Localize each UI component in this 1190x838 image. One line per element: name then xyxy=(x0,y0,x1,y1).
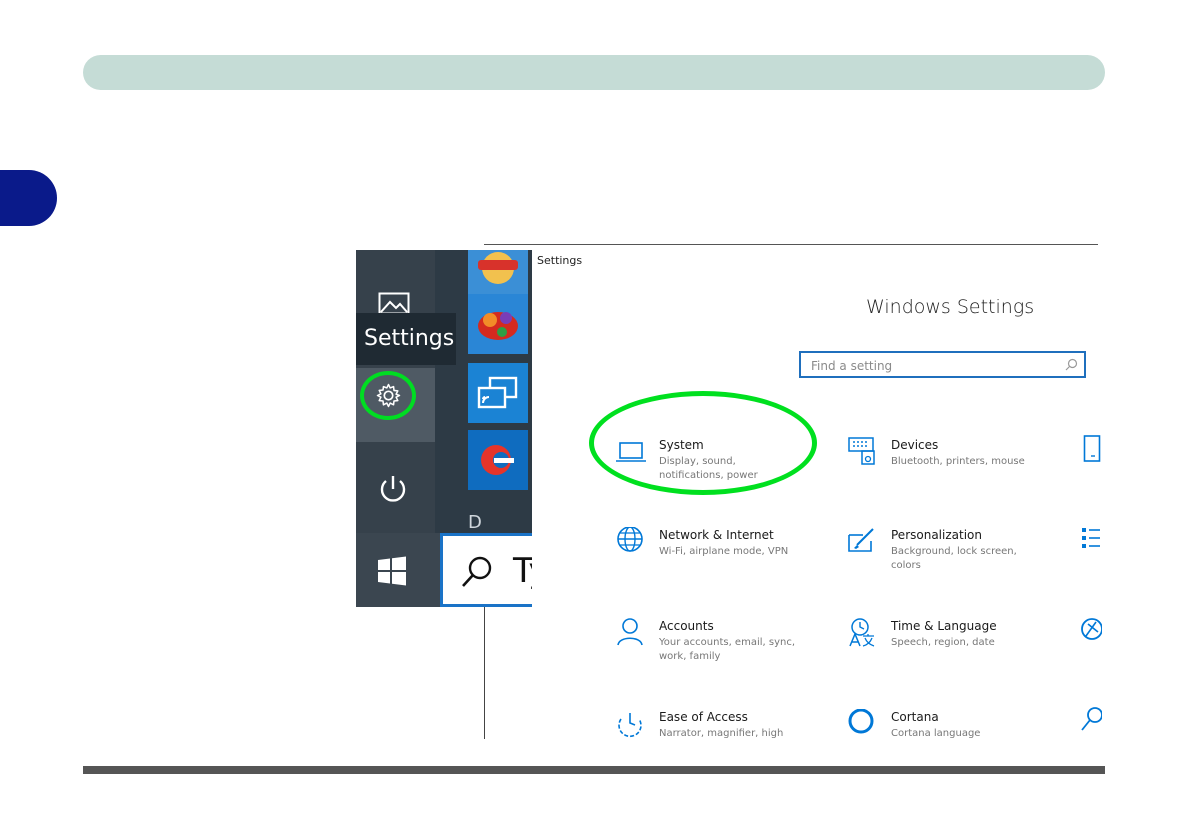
item-title: Personalization xyxy=(891,528,982,542)
item-subtitle: Bluetooth, printers, mouse xyxy=(891,456,1025,467)
globe-icon xyxy=(617,527,643,552)
item-title: Network & Internet xyxy=(659,528,774,542)
settings-button[interactable] xyxy=(356,368,435,442)
chapter-tab xyxy=(0,170,57,226)
settings-item-accounts[interactable]: Accounts Your accounts, email, sync, wor… xyxy=(615,618,845,688)
ease-of-access-icon xyxy=(618,713,642,738)
find-setting-field[interactable] xyxy=(799,351,1086,378)
person-icon xyxy=(617,618,643,646)
settings-item-cortana[interactable]: Cortana Cortana language xyxy=(847,709,1077,779)
apps-list-icon[interactable] xyxy=(1081,526,1101,552)
candy-crush-tile[interactable] xyxy=(468,294,528,354)
item-subtitle: Background, lock screen, colors xyxy=(891,546,1017,571)
item-subtitle: Wi-Fi, airplane mode, VPN xyxy=(659,546,789,557)
item-subtitle: Cortana language xyxy=(891,728,981,739)
window-title: Settings xyxy=(537,254,583,267)
item-title: Devices xyxy=(891,438,939,452)
item-title: Accounts xyxy=(659,619,714,633)
highlight-circle xyxy=(360,371,416,420)
item-title: Ease of Access xyxy=(659,710,748,724)
laptop-icon xyxy=(616,442,646,462)
windows-logo-icon[interactable] xyxy=(376,555,408,587)
keyboard-icon xyxy=(848,437,875,465)
search-icon xyxy=(462,556,492,587)
app-list-letter: D xyxy=(468,512,482,533)
paint-icon xyxy=(848,528,874,552)
search-icon xyxy=(1065,358,1078,371)
cortana-icon xyxy=(848,709,874,734)
power-icon[interactable] xyxy=(376,472,410,506)
start-menu: Settings D T xyxy=(356,250,532,607)
find-setting-input[interactable] xyxy=(809,356,1063,376)
page-title: Windows Settings xyxy=(866,296,1035,318)
window-border-left xyxy=(484,607,485,739)
settings-gear-icon xyxy=(376,383,401,408)
taskbar-search-box[interactable]: Ty xyxy=(440,533,532,607)
settings-item-system[interactable]: System Display, sound, notifications, po… xyxy=(615,437,845,507)
settings-item-personalization[interactable]: Personalization Background, lock screen,… xyxy=(847,527,1077,597)
phone-icon[interactable] xyxy=(1083,435,1101,463)
item-subtitle: Narrator, magnifier, high xyxy=(659,728,784,739)
connect-tile[interactable] xyxy=(468,363,528,423)
item-subtitle: Your accounts, email, sync, work, family xyxy=(659,637,796,662)
settings-item-network[interactable]: Network & Internet Wi-Fi, airplane mode,… xyxy=(615,527,845,597)
item-title: System xyxy=(659,438,704,452)
settings-item-devices[interactable]: Devices Bluetooth, printers, mouse xyxy=(847,437,1077,507)
app-tile[interactable] xyxy=(468,430,528,490)
time-language-icon xyxy=(849,618,875,647)
item-title: Cortana xyxy=(891,710,939,724)
gaming-icon[interactable] xyxy=(1080,616,1102,644)
settings-item-time-language[interactable]: Time & Language Speech, region, date xyxy=(847,618,1077,688)
window-border-top xyxy=(484,244,1098,245)
item-subtitle: Speech, region, date xyxy=(891,637,995,648)
taskbar: Ty xyxy=(356,533,532,607)
taskbar-search-text: Ty xyxy=(513,551,532,591)
settings-item-ease-of-access[interactable]: Ease of Access Narrator, magnifier, high xyxy=(615,709,845,779)
settings-tooltip: Settings xyxy=(356,313,456,365)
page-header-bar xyxy=(83,55,1105,90)
search-icon[interactable] xyxy=(1080,706,1102,736)
item-subtitle: Display, sound, notifications, power xyxy=(659,456,758,481)
item-title: Time & Language xyxy=(891,619,997,633)
